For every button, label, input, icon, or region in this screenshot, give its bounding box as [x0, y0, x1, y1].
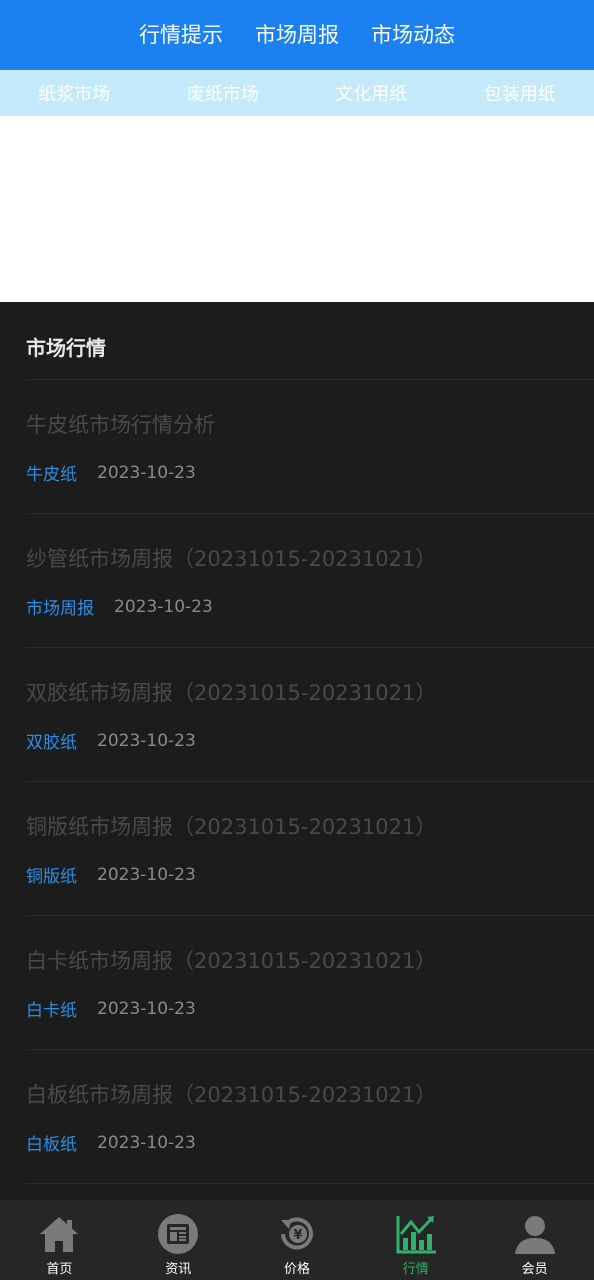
article-meta: 双胶纸 2023-10-23 [26, 728, 594, 754]
sub-tab-culture-paper[interactable]: 文化用纸 [297, 80, 446, 106]
article-title: 白卡纸市场周报（20231015-20231021） [26, 949, 437, 973]
article-title: 牛皮纸市场行情分析 [26, 413, 215, 437]
tab-market-tips[interactable]: 行情提示 [139, 24, 223, 46]
nav-item-home[interactable]: 首页 [0, 1200, 119, 1280]
section-title: 市场行情 [26, 302, 594, 380]
article-meta: 牛皮纸 2023-10-23 [26, 460, 594, 486]
article-tag[interactable]: 市场周报 [26, 594, 94, 619]
list-item[interactable]: 白板纸市场周报（20231015-20231021） 白板纸 2023-10-2… [26, 1050, 594, 1184]
nav-item-market[interactable]: 行情 [356, 1200, 475, 1280]
article-meta: 市场周报 2023-10-23 [26, 594, 594, 620]
article-meta: 白板纸 2023-10-23 [26, 1130, 594, 1156]
nav-label-news: 资讯 [165, 1262, 192, 1277]
bottom-nav-bar: 首页 资讯 ¥ 价格 行情 会员 [0, 1200, 594, 1280]
tab-market-news[interactable]: 市场动态 [371, 24, 455, 46]
nav-label-price: 价格 [283, 1262, 310, 1277]
svg-text:¥: ¥ [293, 1228, 302, 1243]
chart-icon [396, 1216, 436, 1254]
article-title: 白板纸市场周报（20231015-20231021） [26, 1083, 437, 1107]
nav-label-home: 首页 [46, 1262, 73, 1277]
tab-weekly-report[interactable]: 市场周报 [255, 24, 339, 46]
article-date: 2023-10-23 [97, 864, 196, 885]
article-date: 2023-10-23 [97, 730, 196, 751]
list-item[interactable]: 纱管纸市场周报（20231015-20231021） 市场周报 2023-10-… [26, 514, 594, 648]
article-tag[interactable]: 双胶纸 [26, 728, 77, 753]
sub-tab-pulp[interactable]: 纸浆市场 [0, 80, 149, 106]
sub-tab-bar: 纸浆市场 废纸市场 文化用纸 包装用纸 [0, 70, 594, 116]
list-item[interactable]: 牛皮纸市场行情分析 牛皮纸 2023-10-23 [26, 380, 594, 514]
article-title: 双胶纸市场周报（20231015-20231021） [26, 681, 437, 705]
article-tag[interactable]: 牛皮纸 [26, 460, 77, 485]
article-date: 2023-10-23 [97, 462, 196, 483]
nav-label-member: 会员 [521, 1262, 548, 1277]
list-item[interactable]: 铜版纸市场周报（20231015-20231021） 铜版纸 2023-10-2… [26, 782, 594, 916]
news-icon [158, 1214, 199, 1254]
article-title: 铜版纸市场周报（20231015-20231021） [26, 815, 437, 839]
article-meta: 白卡纸 2023-10-23 [26, 996, 594, 1022]
article-meta: 铜版纸 2023-10-23 [26, 862, 594, 888]
sub-tab-waste-paper[interactable]: 废纸市场 [149, 80, 298, 106]
article-date: 2023-10-23 [97, 998, 196, 1019]
nav-item-news[interactable]: 资讯 [119, 1200, 238, 1280]
article-list: 牛皮纸市场行情分析 牛皮纸 2023-10-23 纱管纸市场周报（2023101… [0, 380, 594, 1184]
nav-item-member[interactable]: 会员 [475, 1200, 594, 1280]
banner-area [0, 116, 594, 302]
nav-label-market: 行情 [402, 1262, 429, 1277]
list-item[interactable]: 白卡纸市场周报（20231015-20231021） 白卡纸 2023-10-2… [26, 916, 594, 1050]
home-icon [40, 1217, 79, 1252]
article-date: 2023-10-23 [114, 596, 213, 617]
sub-tab-packaging-paper[interactable]: 包装用纸 [446, 80, 594, 106]
user-icon [514, 1216, 555, 1254]
article-tag[interactable]: 白板纸 [26, 1130, 77, 1155]
market-section: 市场行情 牛皮纸市场行情分析 牛皮纸 2023-10-23 纱管纸市场周报（20… [0, 302, 594, 1200]
price-icon: ¥ [280, 1217, 313, 1250]
top-tab-bar: 行情提示 市场周报 市场动态 [0, 0, 594, 70]
article-tag[interactable]: 铜版纸 [26, 862, 77, 887]
nav-item-price[interactable]: ¥ 价格 [238, 1200, 357, 1280]
list-item[interactable]: 双胶纸市场周报（20231015-20231021） 双胶纸 2023-10-2… [26, 648, 594, 782]
article-title: 纱管纸市场周报（20231015-20231021） [26, 547, 437, 571]
article-tag[interactable]: 白卡纸 [26, 996, 77, 1021]
article-date: 2023-10-23 [97, 1132, 196, 1153]
